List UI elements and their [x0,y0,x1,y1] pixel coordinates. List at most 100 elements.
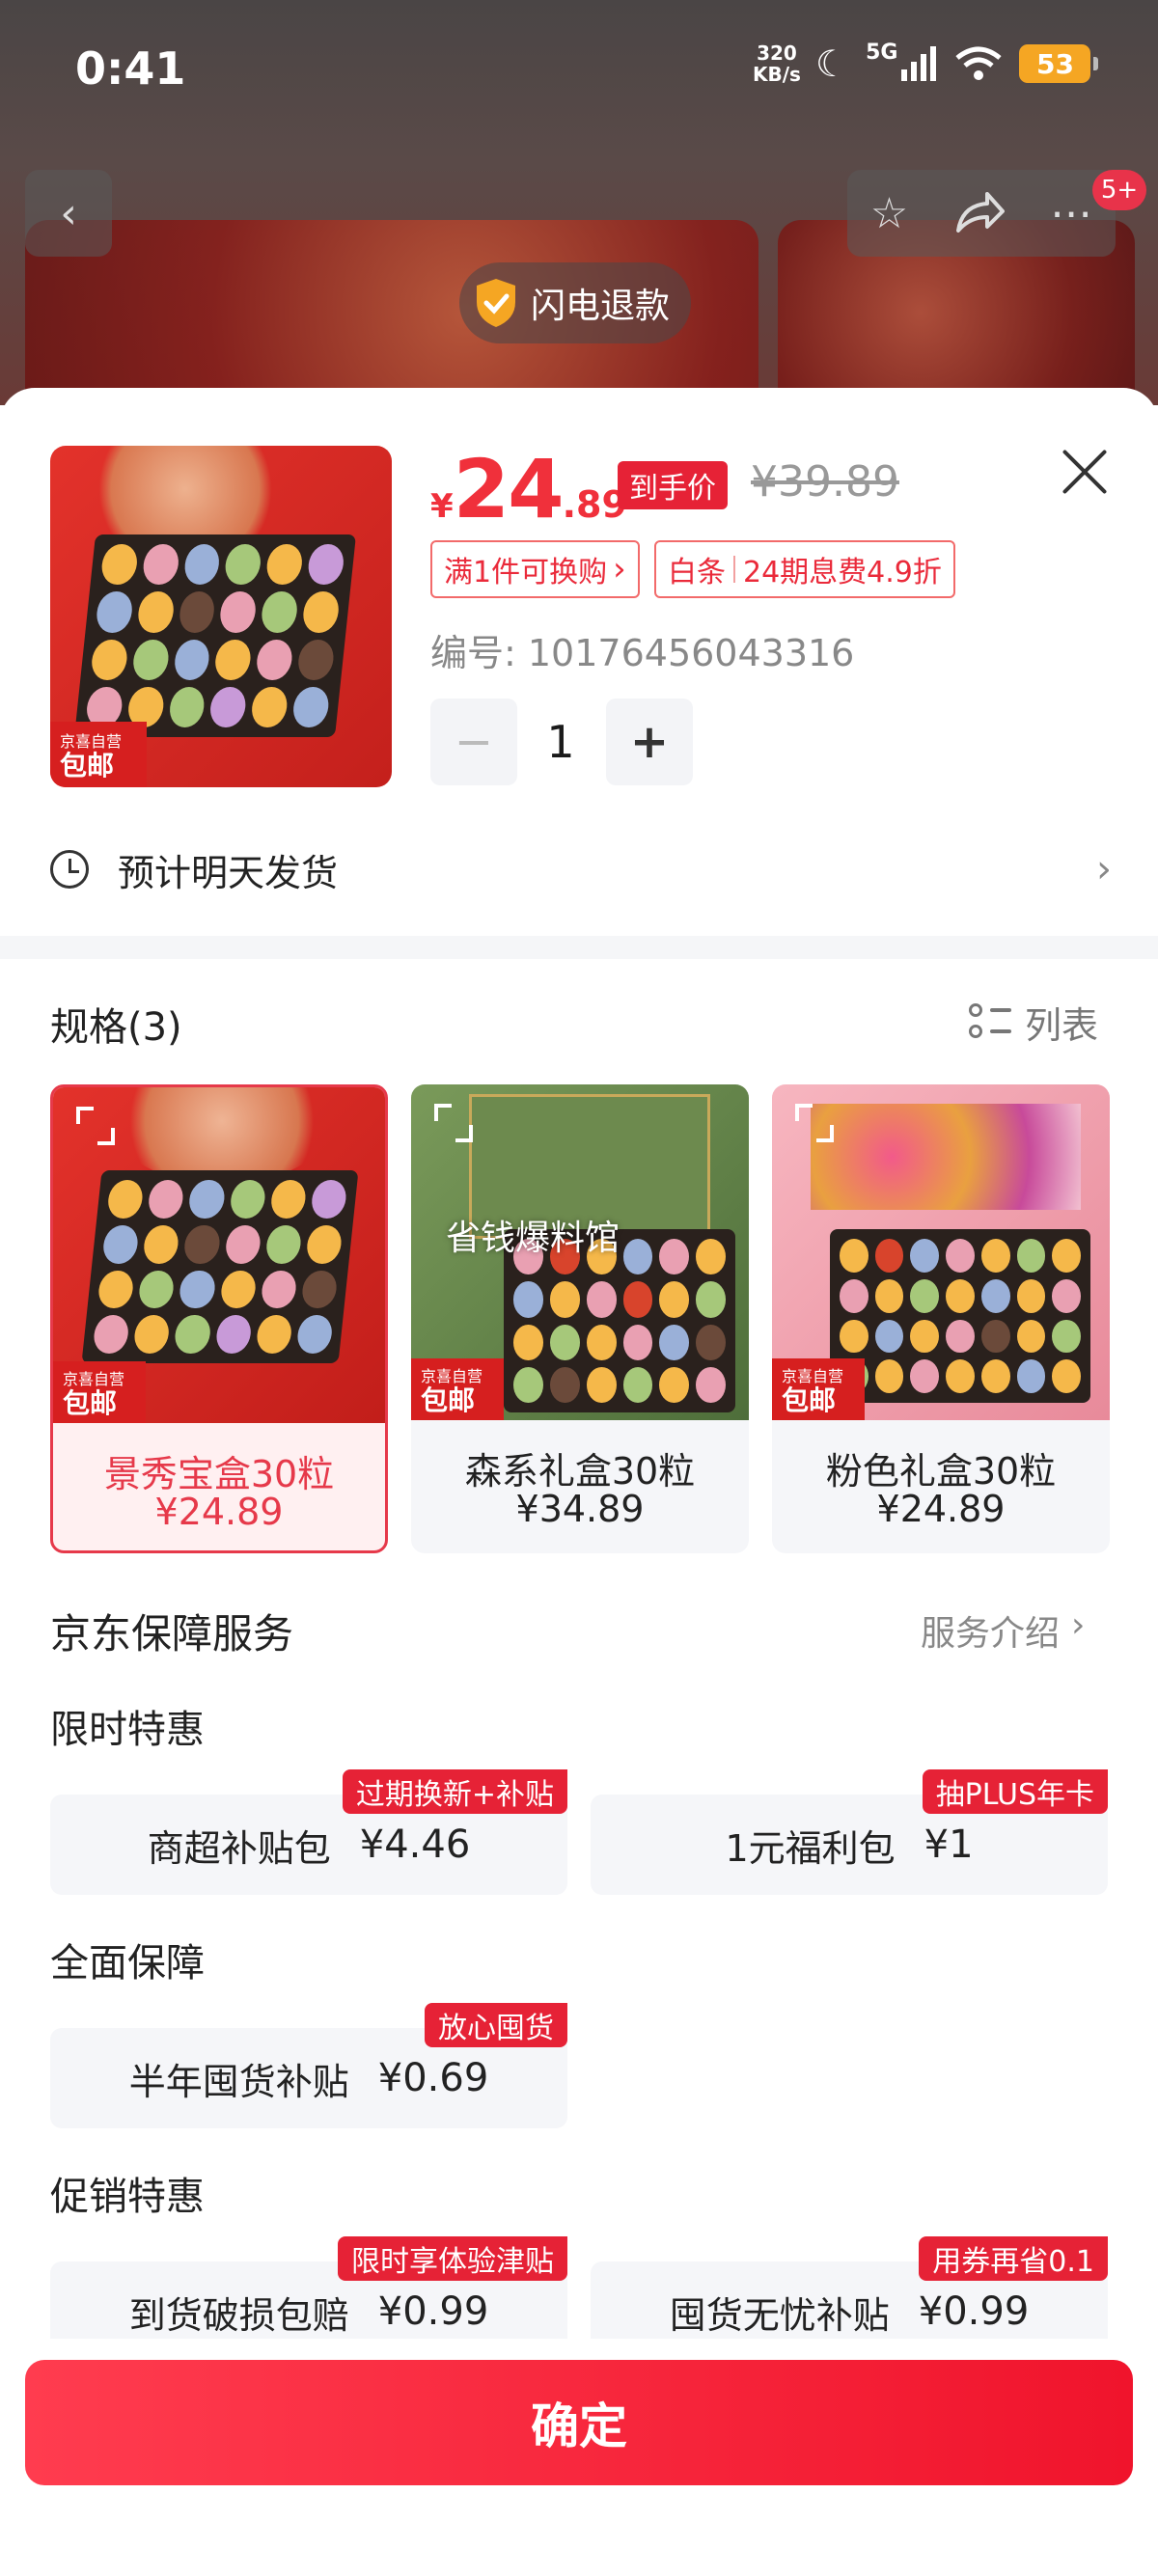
service-tag: 放心囤货 [425,2003,567,2047]
top-actions: ☆ ⋯ [847,170,1116,257]
current-price: ¥ 24 .89 [430,442,643,536]
close-icon[interactable] [1054,442,1114,502]
favorite-star-icon[interactable]: ☆ [870,189,908,238]
service-intro-link[interactable]: 服务介绍 › [921,1605,1085,1656]
price-symbol: ¥ [430,487,454,526]
service-price: ¥0.69 [377,2056,489,2100]
service-tag: 抽PLUS年卡 [922,1769,1108,1814]
wifi-icon [955,46,1003,80]
expand-icon[interactable] [434,1104,473,1142]
more-icon[interactable]: ⋯ [1050,189,1092,238]
share-icon[interactable] [954,192,1005,234]
service-price: ¥0.99 [918,2289,1030,2334]
service-name: 1元福利包 [725,1826,896,1870]
spec-image: 省钱爆料馆 京喜自营 包邮 [411,1084,749,1420]
shipping-estimate-row[interactable]: 预计明天发货 › [50,836,1112,903]
service-name: 囤货无忧补贴 [669,2293,890,2337]
confirm-button[interactable]: 确定 [25,2360,1133,2485]
promo-baitiao-chip[interactable]: 白条 24期息费4.9折 [654,540,955,598]
status-bar: 0:41 320 KB/s ☾ 5G 53 [0,0,1158,145]
network-speed-unit: KB/s [753,63,801,86]
network-speed-value: 320 [757,41,797,65]
network-type: 5G [866,40,898,65]
promo-baitiao-label: 白条 [668,556,726,589]
status-icons: ☾ 5G 53 [815,40,1099,85]
chevron-right-icon: › [613,550,626,589]
sku-selection-sheet: 京喜自营 包邮 ¥ 24 .89 到手价 ¥39.89 满1件可换购 › 白条 … [0,388,1158,2576]
quantity-increase-button[interactable]: + [606,699,693,785]
status-time: 0:41 [75,42,186,95]
list-icon [969,1001,1011,1044]
spec-name: 森系礼盒30粒 [464,1450,696,1493]
service-price: ¥4.46 [359,1822,471,1867]
service-option[interactable]: 1元福利包 ¥1 抽PLUS年卡 [591,1769,1108,1895]
spec-price: ¥34.89 [515,1488,645,1530]
service-tag: 过期换新+补贴 [342,1769,567,1814]
final-price-tag: 到手价 [618,461,728,509]
network-speed: 320 KB/s [753,42,801,85]
shipping-estimate-text: 预计明天发货 [118,851,339,894]
shield-icon [477,279,515,327]
refund-label: 闪电退款 [531,287,671,326]
service-name: 商超补贴包 [147,1826,331,1870]
spec-name: 粉色礼盒30粒 [825,1450,1057,1493]
list-view-label: 列表 [1025,1004,1099,1047]
ship-tag-line2: 包邮 [421,1384,476,1416]
spec-price: ¥24.89 [154,1491,284,1533]
expand-icon[interactable] [795,1104,834,1142]
clock-icon [50,850,89,889]
section-title-promo: 促销特惠 [50,2175,205,2219]
signal-icon [901,46,937,81]
back-button[interactable]: ‹ [25,170,112,257]
original-price: ¥39.89 [751,457,899,507]
moon-icon: ☾ [815,42,849,85]
ship-tag: 京喜自营 包邮 [53,1361,146,1423]
chevron-right-icon: › [1071,1605,1086,1645]
promo-baitiao-value: 24期息费4.9折 [743,556,942,589]
service-name: 到货破损包赔 [128,2293,349,2337]
expand-icon[interactable] [76,1107,115,1145]
ship-tag-line2: 包邮 [782,1384,837,1416]
section-divider [0,936,1158,959]
ship-tag-line2: 包邮 [63,1387,118,1419]
promo-exchange-label: 满1件可换购 [444,556,608,589]
quantity-value[interactable]: 1 [537,716,585,768]
chevron-right-icon: › [1096,847,1112,891]
product-thumbnail[interactable]: 京喜自营 包邮 [50,446,392,787]
list-view-toggle[interactable]: 列表 [969,996,1098,1049]
image-overlay-text: 省钱爆料馆 [446,1219,620,1258]
ship-tag-line2: 包邮 [60,750,115,781]
ship-tag-line1: 京喜自营 [421,1367,483,1385]
spec-price: ¥24.89 [876,1488,1006,1530]
guarantee-title: 京东保障服务 [50,1610,294,1658]
service-name: 半年囤货补贴 [128,2060,349,2103]
refund-pill: 闪电退款 [459,262,691,343]
spec-image: 京喜自营 包邮 [772,1084,1110,1420]
ship-tag: 京喜自营 包邮 [772,1358,865,1420]
service-option[interactable]: 商超补贴包 ¥4.46 过期换新+补贴 [50,1769,567,1895]
sku-number: 编号: 10176456043316 [430,632,855,674]
ship-tag-line1: 京喜自营 [63,1370,125,1388]
message-badge: 5+ [1092,170,1146,210]
service-intro-label: 服务介绍 [921,1614,1061,1654]
spec-image: 京喜自营 包邮 [53,1087,385,1423]
service-price: ¥0.99 [377,2289,489,2334]
quantity-decrease-button[interactable]: − [430,699,517,785]
promo-exchange-chip[interactable]: 满1件可换购 › [430,540,640,598]
spec-option-2[interactable]: 省钱爆料馆 京喜自营 包邮 森系礼盒30粒 ¥34.89 [411,1084,749,1553]
ship-tag-line1: 京喜自营 [60,732,123,751]
service-price: ¥1 [924,1822,974,1867]
ship-tag: 京喜自营 包邮 [50,722,147,787]
service-tag: 限时享体验津贴 [338,2236,567,2281]
chip-divider [733,556,735,583]
spec-option-1[interactable]: 京喜自营 包邮 景秀宝盒30粒 ¥24.89 [50,1084,388,1553]
spec-title: 规格(3) [50,1005,182,1050]
service-option[interactable]: 半年囤货补贴 ¥0.69 放心囤货 [50,2003,567,2128]
confirm-bar: 确定 [0,2339,1158,2576]
spec-name: 景秀宝盒30粒 [103,1453,335,1495]
section-title-full: 全面保障 [50,1941,205,1986]
service-tag: 用券再省0.1 [919,2236,1108,2281]
ship-tag: 京喜自营 包邮 [411,1358,504,1420]
price-integer: 24 [453,442,565,536]
spec-option-3[interactable]: 京喜自营 包邮 粉色礼盒30粒 ¥24.89 [772,1084,1110,1553]
